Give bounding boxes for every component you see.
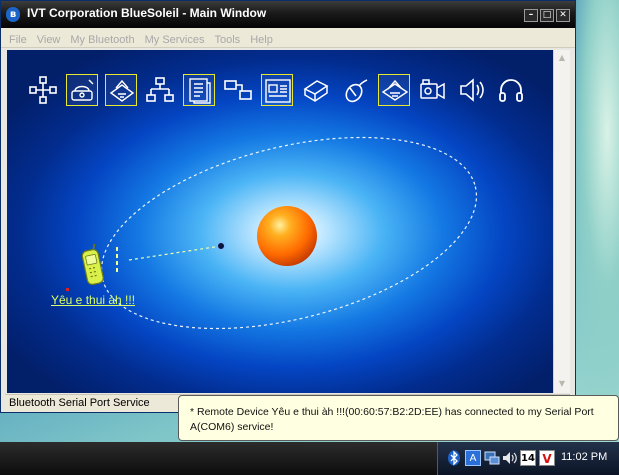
bluetooth-canvas[interactable]: Yêu e thui àh !!!	[7, 50, 553, 393]
menu-my-bluetooth[interactable]: My Bluetooth	[70, 31, 134, 50]
status-text: Bluetooth Serial Port Service	[9, 397, 150, 409]
notification-text: * Remote Device Yêu e thui àh !!!(00:60:…	[190, 406, 594, 433]
connection-line	[128, 245, 222, 261]
tray-language-icon[interactable]: A	[465, 450, 481, 466]
tray-calendar-icon[interactable]: 14	[520, 450, 536, 466]
personal-area-network-icon[interactable]	[27, 74, 59, 106]
fax-machine-icon[interactable]	[378, 74, 410, 106]
close-button[interactable]: ✕	[556, 9, 570, 22]
headset-icon[interactable]	[495, 74, 527, 106]
window-title: IVT Corporation BlueSoleil - Main Window	[27, 6, 267, 20]
menu-help[interactable]: Help	[250, 31, 273, 50]
bluetooth-icon: ʙ	[6, 7, 20, 22]
dial-up-networking-icon[interactable]	[66, 74, 98, 106]
tray-volume-icon[interactable]	[502, 450, 518, 466]
menu-view[interactable]: View	[37, 31, 61, 50]
menu-file[interactable]: File	[9, 31, 27, 50]
camera-icon[interactable]	[417, 74, 449, 106]
synchronization-icon[interactable]	[222, 74, 254, 106]
remote-device-label[interactable]: Yêu e thui àh !!!	[51, 293, 135, 307]
printer-icon[interactable]	[300, 74, 332, 106]
vertical-scrollbar[interactable]: ▲ ▼	[553, 50, 570, 393]
menu-tools[interactable]: Tools	[215, 31, 241, 50]
minimize-button[interactable]: –	[524, 9, 538, 22]
lan-access-icon[interactable]	[144, 74, 176, 106]
mouse-icon[interactable]	[339, 74, 371, 106]
main-window: ʙ IVT Corporation BlueSoleil - Main Wind…	[0, 0, 576, 413]
file-transfer-icon[interactable]	[183, 74, 215, 106]
taskbar-clock[interactable]: 11:02 PM	[561, 451, 607, 463]
speaker-icon[interactable]	[456, 74, 488, 106]
tray-antivirus-icon[interactable]: V	[539, 450, 555, 466]
fax-icon[interactable]	[105, 74, 137, 106]
remote-device[interactable]	[79, 242, 119, 290]
scroll-down-arrow-icon[interactable]: ▼	[554, 376, 570, 392]
menu-bar: File View My Bluetooth My Services Tools Help	[1, 28, 575, 48]
local-device-node	[217, 242, 225, 250]
mobile-phone-icon	[81, 242, 118, 285]
tray-bluetooth-icon[interactable]	[446, 450, 462, 466]
remote-device-marker	[66, 288, 69, 291]
maximize-button[interactable]: □	[540, 9, 554, 22]
tray-network-icon[interactable]	[484, 450, 500, 466]
notification-balloon[interactable]: * Remote Device Yêu e thui àh !!!(00:60:…	[178, 395, 619, 441]
menu-my-services[interactable]: My Services	[145, 31, 205, 50]
local-host-sun	[257, 206, 317, 266]
scroll-up-arrow-icon[interactable]: ▲	[554, 50, 570, 66]
serial-port-icon[interactable]	[261, 74, 293, 106]
title-bar[interactable]: ʙ IVT Corporation BlueSoleil - Main Wind…	[1, 1, 575, 28]
